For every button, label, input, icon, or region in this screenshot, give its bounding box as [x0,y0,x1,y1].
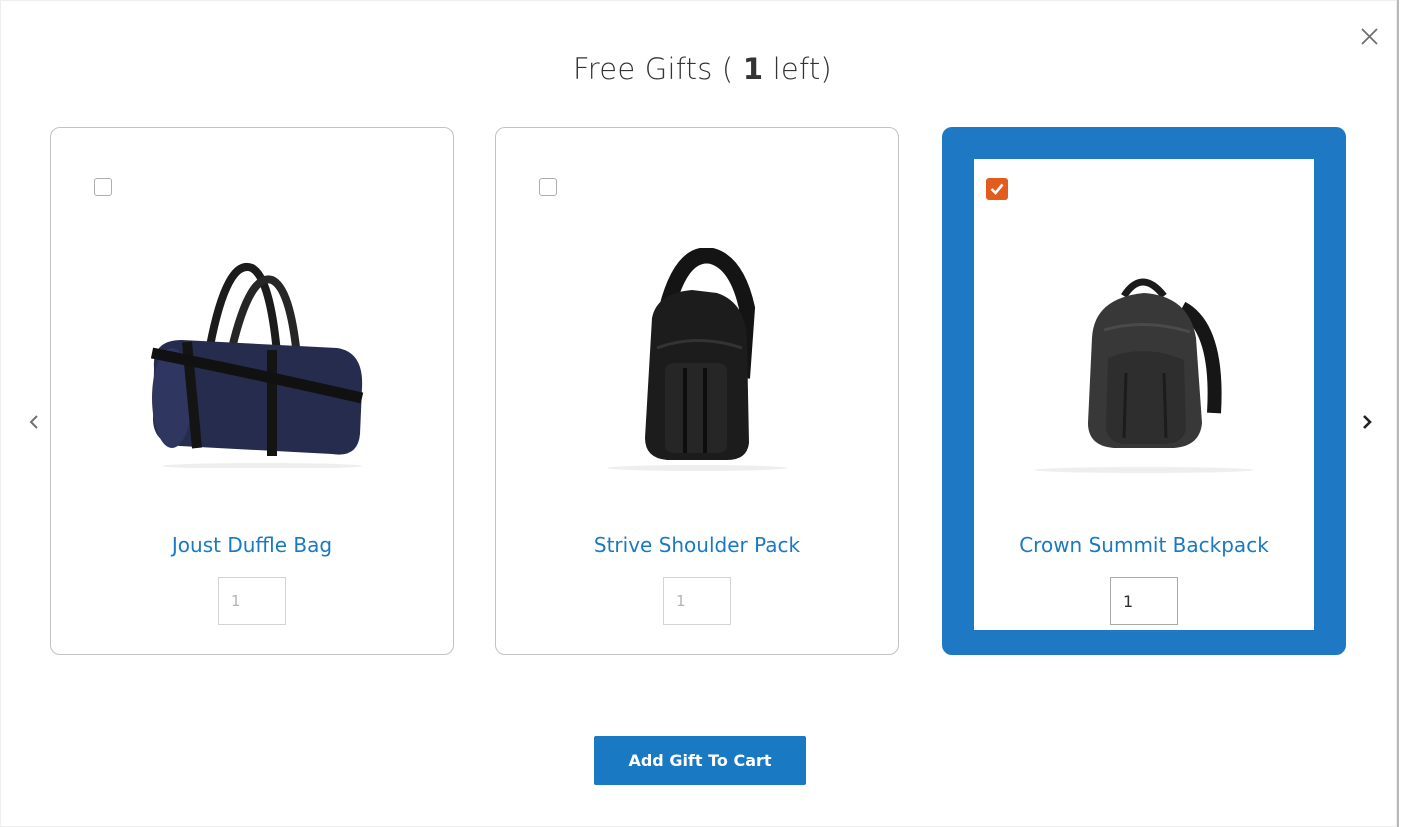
quantity-field[interactable] [218,577,286,625]
gift-checkbox[interactable] [539,178,557,196]
quantity-field[interactable] [663,577,731,625]
free-gifts-modal: Free Gifts ( 1 left) Joust Duffle Bag 1 … [0,0,1399,827]
chevron-left-icon[interactable] [24,410,44,434]
gift-card-joust-duffle-bag[interactable]: Joust Duffle Bag [50,127,454,655]
product-image-duffle-bag[interactable] [132,248,372,472]
chevron-right-icon[interactable] [1357,410,1377,434]
close-icon[interactable] [1357,24,1383,50]
gift-card-strive-shoulder-pack[interactable]: Strive Shoulder Pack [495,127,899,655]
add-gift-to-cart-button[interactable]: Add Gift To Cart [594,736,806,785]
quantity-field[interactable] [1110,577,1178,625]
gifts-left-count: 1 [742,52,764,86]
gift-card-body: Joust Duffle Bag [51,128,453,654]
product-name-link[interactable]: Crown Summit Backpack [974,533,1314,557]
modal-title: Free Gifts ( 1 left) [0,52,1405,86]
gift-card-crown-summit-backpack[interactable]: Crown Summit Backpack [942,127,1346,655]
gift-card-body: Strive Shoulder Pack [496,128,898,654]
product-image-shoulder-pack[interactable] [597,247,797,477]
gift-card-body: Crown Summit Backpack [974,159,1314,630]
title-suffix: left) [763,52,832,86]
product-name-link[interactable]: Joust Duffle Bag [51,533,453,557]
gift-checkbox[interactable] [94,178,112,196]
gift-checkbox-checked[interactable] [986,178,1008,200]
product-name-link[interactable]: Strive Shoulder Pack [496,533,898,557]
title-prefix: Free Gifts ( [573,52,743,86]
product-image-backpack[interactable] [1024,248,1264,477]
